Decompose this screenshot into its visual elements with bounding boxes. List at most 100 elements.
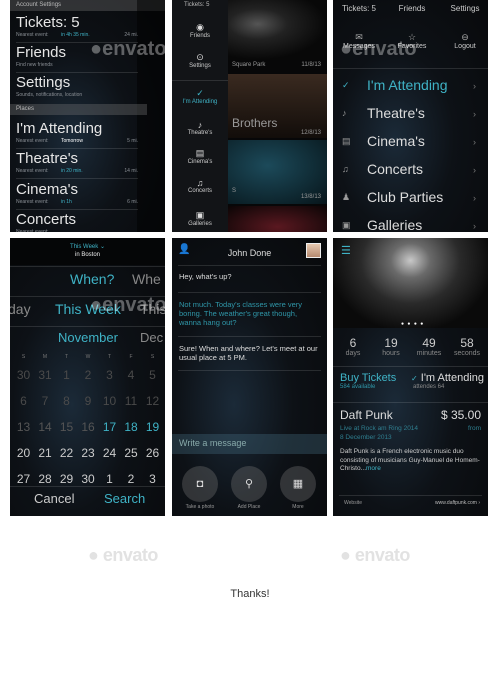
weekday-label: T bbox=[107, 354, 112, 360]
calendar-day[interactable]: 26 bbox=[142, 446, 163, 460]
calendar-day[interactable]: 28 bbox=[35, 472, 56, 486]
calendar-day[interactable]: 18 bbox=[121, 420, 142, 434]
menu-item[interactable]: I'm Attending Nearest event: Tomorrow 5 mi… bbox=[16, 120, 138, 148]
sidebar-item[interactable]: ▣ Galleries bbox=[172, 210, 228, 227]
calendar-day[interactable]: 11 bbox=[121, 394, 142, 408]
month-selected[interactable]: November bbox=[58, 330, 118, 345]
sidebar-item[interactable]: ⊙ Settings bbox=[172, 52, 228, 69]
calendar-day[interactable]: 2 bbox=[78, 368, 99, 382]
calendar-day[interactable]: 24 bbox=[99, 446, 120, 460]
sidebar-screen: Tickets: 5 ◉ Friends ⊙ Settings ✓ I'm At… bbox=[172, 0, 327, 232]
search-button[interactable]: Search bbox=[104, 491, 145, 506]
calendar-day[interactable]: 4 bbox=[121, 368, 142, 382]
calendar-day[interactable]: 1 bbox=[56, 368, 77, 382]
weekday-label: S bbox=[21, 354, 26, 360]
attending-toggle[interactable]: ✓ I'm Attending attendes 64 bbox=[411, 372, 484, 390]
calendar-day[interactable]: 20 bbox=[13, 446, 34, 460]
calendar-day[interactable]: 23 bbox=[78, 446, 99, 460]
menu-item[interactable]: Settings Sounds, notifications, location bbox=[16, 74, 138, 102]
calendar-day[interactable]: 30 bbox=[78, 472, 99, 486]
top-menu-item[interactable]: Settings bbox=[441, 4, 488, 13]
weekday-label: F bbox=[129, 354, 133, 360]
calendar-day[interactable]: 12 bbox=[142, 394, 163, 408]
calendar-day[interactable]: 17 bbox=[99, 420, 120, 434]
calendar-day[interactable]: 5 bbox=[142, 368, 163, 382]
chat-message: Sure! When and where? Let's meet at our … bbox=[179, 344, 318, 362]
calendar-day[interactable]: 3 bbox=[142, 472, 163, 486]
calendar-day[interactable]: 29 bbox=[56, 472, 77, 486]
calendar-day[interactable]: 3 bbox=[99, 368, 120, 382]
menu-item[interactable]: Concerts Nearest event: bbox=[16, 211, 138, 232]
calendar-day[interactable]: 19 bbox=[142, 420, 163, 434]
buy-tickets-button[interactable]: Buy Tickets 584 available bbox=[340, 372, 396, 390]
action-label: More bbox=[292, 504, 304, 510]
menu-icon[interactable]: ☰ bbox=[341, 244, 351, 257]
calendar-day[interactable]: 16 bbox=[78, 420, 99, 434]
calendar-day[interactable]: 22 bbox=[56, 446, 77, 460]
menu-item[interactable]: ♪ Theatre's › bbox=[333, 104, 488, 128]
event-date: 8 December 2013 bbox=[340, 434, 392, 441]
chevron-right-icon: › bbox=[473, 221, 476, 231]
calendar-day[interactable]: 7 bbox=[35, 394, 56, 408]
carousel-dots[interactable]: ● ● ● ● bbox=[401, 321, 424, 327]
menu-item-label: Cinema's bbox=[367, 133, 425, 149]
calendar-day[interactable]: 8 bbox=[56, 394, 77, 408]
menu-item[interactable]: Theatre's Nearest event: in 20 min. 14 mi. bbox=[16, 150, 138, 178]
top-menu-item[interactable]: Tickets: 5 bbox=[335, 4, 383, 13]
menu-item[interactable]: ♟ Club Parties › bbox=[333, 188, 488, 212]
calendar-day[interactable]: 21 bbox=[35, 446, 56, 460]
calendar-day[interactable]: 27 bbox=[13, 472, 34, 486]
calendar-day[interactable]: 1 bbox=[99, 472, 120, 486]
calendar-day[interactable]: 6 bbox=[13, 394, 34, 408]
calendar-day[interactable]: 30 bbox=[13, 368, 34, 382]
avatar[interactable] bbox=[306, 243, 321, 258]
menu-item[interactable]: ♫ Concerts › bbox=[333, 160, 488, 184]
calendar-day[interactable]: 14 bbox=[35, 420, 56, 434]
weekday-label: W bbox=[85, 354, 91, 360]
sidebar-item[interactable]: ◉ Friends bbox=[172, 22, 228, 39]
calendar-day[interactable]: 10 bbox=[99, 394, 120, 408]
week-filter-dropdown[interactable]: This Week ⌄ bbox=[10, 243, 165, 250]
tickets-label[interactable]: Tickets: 5 bbox=[184, 2, 209, 8]
calendar-day[interactable]: 13 bbox=[13, 420, 34, 434]
when-option-selected[interactable]: When? bbox=[70, 271, 114, 287]
more-link[interactable]: more bbox=[366, 465, 381, 472]
menu-item[interactable]: Cinema's Nearest event: in 1h 6 mi. bbox=[16, 181, 138, 209]
cancel-button[interactable]: Cancel bbox=[34, 491, 74, 506]
music-icon: ♫ bbox=[196, 178, 204, 188]
action-button[interactable]: ⚲ Add Place bbox=[231, 466, 267, 510]
tickets-available: 584 available bbox=[340, 384, 376, 390]
sidebar-item-label: Concerts bbox=[187, 188, 212, 194]
menu-item[interactable]: ✓ I'm Attending › bbox=[333, 76, 488, 100]
when-option[interactable]: Whe bbox=[132, 271, 161, 287]
menu-item-title: Cinema's bbox=[16, 181, 79, 198]
top-menu-item[interactable]: Friends bbox=[388, 4, 436, 13]
range-option[interactable]: day bbox=[10, 301, 31, 317]
menu-item[interactable]: ▤ Cinema's › bbox=[333, 132, 488, 156]
calendar-day[interactable]: 2 bbox=[121, 472, 142, 486]
sidebar-item[interactable]: ♫ Concerts bbox=[172, 178, 228, 194]
nearest-event-time: in 20 min. bbox=[61, 168, 83, 174]
calendar-day[interactable]: 9 bbox=[78, 394, 99, 408]
grid-icon: ▦ bbox=[280, 466, 316, 502]
club-icon: ♟ bbox=[342, 192, 351, 202]
action-logout[interactable]: ⊖ Logout bbox=[441, 32, 488, 50]
menu-item-label: Theatre's bbox=[367, 105, 425, 121]
menu-item-label: Concerts bbox=[367, 161, 424, 177]
website-link[interactable]: www.daftpunk.com › bbox=[435, 500, 480, 506]
sidebar-item[interactable]: ▤ Cinema's bbox=[172, 148, 228, 165]
action-button[interactable]: ◘ Take a photo bbox=[182, 466, 218, 510]
calendar-day[interactable]: 31 bbox=[35, 368, 56, 382]
menu-item-label: I'm Attending bbox=[367, 77, 448, 93]
month-option[interactable]: Dec bbox=[140, 330, 163, 345]
action-button[interactable]: ▦ More bbox=[280, 466, 316, 510]
website-label: Website bbox=[344, 500, 362, 506]
sidebar-item[interactable]: ♪ Theatre's bbox=[172, 120, 228, 136]
calendar-day[interactable]: 25 bbox=[121, 446, 142, 460]
sidebar-item[interactable]: ✓ I'm Attending bbox=[172, 88, 228, 105]
menu-item[interactable]: ▣ Galleries › bbox=[333, 216, 488, 232]
calendar-day[interactable]: 15 bbox=[56, 420, 77, 434]
event-name: Brothers bbox=[232, 116, 278, 130]
message-input[interactable]: Write a message bbox=[172, 434, 327, 454]
camera-icon: ◘ bbox=[182, 466, 218, 502]
